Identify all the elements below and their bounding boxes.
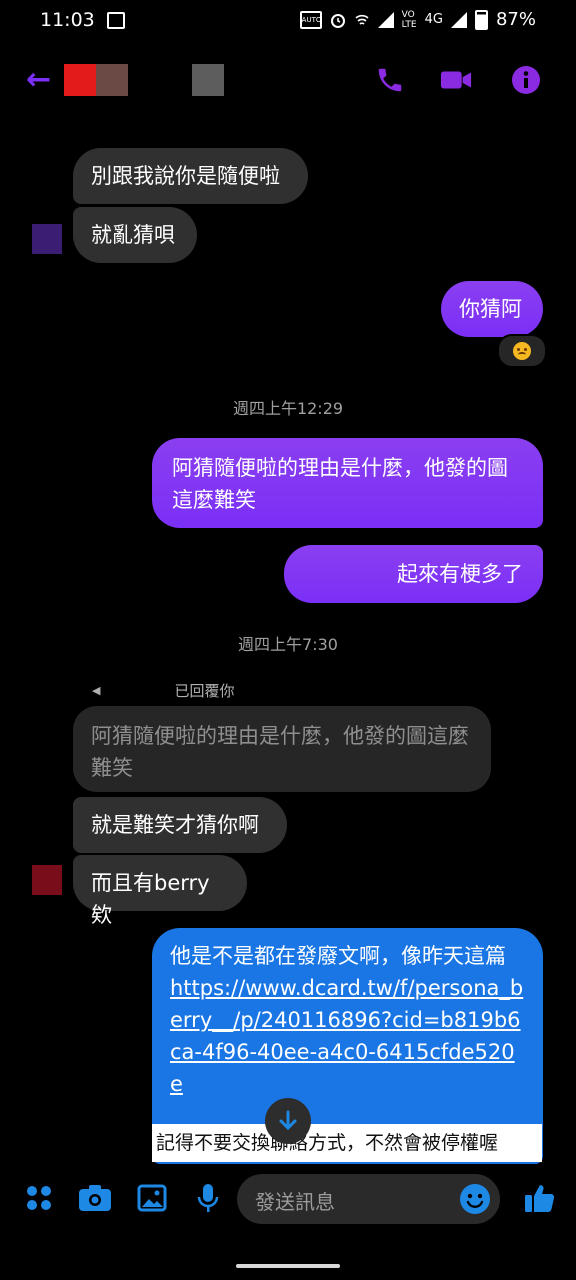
incoming-message[interactable]: 就是難笑才猜你啊 — [73, 797, 287, 853]
message-text: 起來有梗多了 — [397, 562, 523, 586]
reply-indicator: ◀ 已回覆你 — [92, 680, 234, 701]
scroll-to-bottom-button[interactable] — [265, 1098, 311, 1144]
battery-percent: 87% — [495, 9, 536, 30]
info-icon[interactable] — [510, 64, 542, 96]
angry-face-icon — [513, 342, 531, 360]
outgoing-message[interactable]: 起來有梗多了 — [284, 545, 543, 603]
signal-icon-2 — [450, 11, 467, 28]
status-icons: AUTO VO LTE 4G 87% — [299, 9, 536, 30]
quoted-message[interactable]: 阿猜隨便啦的理由是什麼，他發的圖這麼難笑 — [73, 706, 491, 792]
phone-icon[interactable] — [374, 64, 406, 96]
message-text: 他是不是都在發廢文啊，像昨天這篇 — [170, 944, 506, 968]
gesture-nav-bar[interactable] — [236, 1264, 340, 1268]
timestamp: 週四上午12:29 — [232, 399, 344, 418]
redacted-avatar-2 — [96, 64, 128, 96]
redacted-name — [108, 681, 173, 700]
wifi-calling-icon — [355, 14, 369, 25]
camera-icon[interactable] — [77, 1180, 113, 1216]
gallery-notification-icon — [107, 12, 125, 29]
volte-icon: VO LTE — [401, 9, 417, 30]
reply-label: 已回覆你 — [174, 682, 235, 700]
battery-icon — [474, 9, 488, 30]
message-link[interactable]: https://www.dcard.tw/f/persona_berry__/p… — [170, 976, 523, 1096]
emoji-icon[interactable] — [458, 1182, 492, 1216]
outgoing-message[interactable]: 你猜阿 — [441, 281, 543, 337]
gallery-icon[interactable] — [134, 1180, 170, 1216]
back-arrow-icon[interactable]: ← — [26, 62, 51, 97]
video-call-icon[interactable] — [440, 64, 472, 96]
contact-avatar[interactable] — [32, 224, 62, 254]
redacted-name — [192, 64, 224, 96]
timestamp: 週四上午7:30 — [238, 635, 338, 654]
arrow-down-icon — [279, 1110, 297, 1131]
reply-arrow-icon: ◀ — [92, 684, 101, 697]
alarm-icon — [330, 13, 345, 28]
microphone-icon[interactable] — [190, 1180, 226, 1216]
safety-notice: 記得不要交換聯絡方式，不然會被停權喔 — [152, 1124, 542, 1162]
like-thumbs-up-icon[interactable] — [522, 1180, 558, 1216]
outgoing-message[interactable]: 阿猜隨便啦的理由是什麼，他發的圖這麼難笑 — [152, 438, 543, 528]
signal-icon — [377, 11, 394, 28]
network-type: 4G — [424, 12, 443, 27]
message-input-placeholder: 發送訊息 — [255, 1190, 335, 1214]
incoming-message[interactable]: 別跟我說你是隨便啦 — [73, 148, 308, 204]
incoming-message[interactable]: 而且有berry欸 — [73, 855, 247, 927]
auto-icon: AUTO — [299, 10, 322, 29]
contact-avatar[interactable] — [32, 865, 62, 895]
reaction-badge[interactable] — [497, 334, 547, 368]
incoming-message[interactable]: 就亂猜唄 — [73, 207, 197, 263]
redacted-avatar — [64, 64, 96, 96]
more-apps-icon[interactable] — [21, 1180, 57, 1216]
status-time: 11:03 — [40, 9, 95, 31]
